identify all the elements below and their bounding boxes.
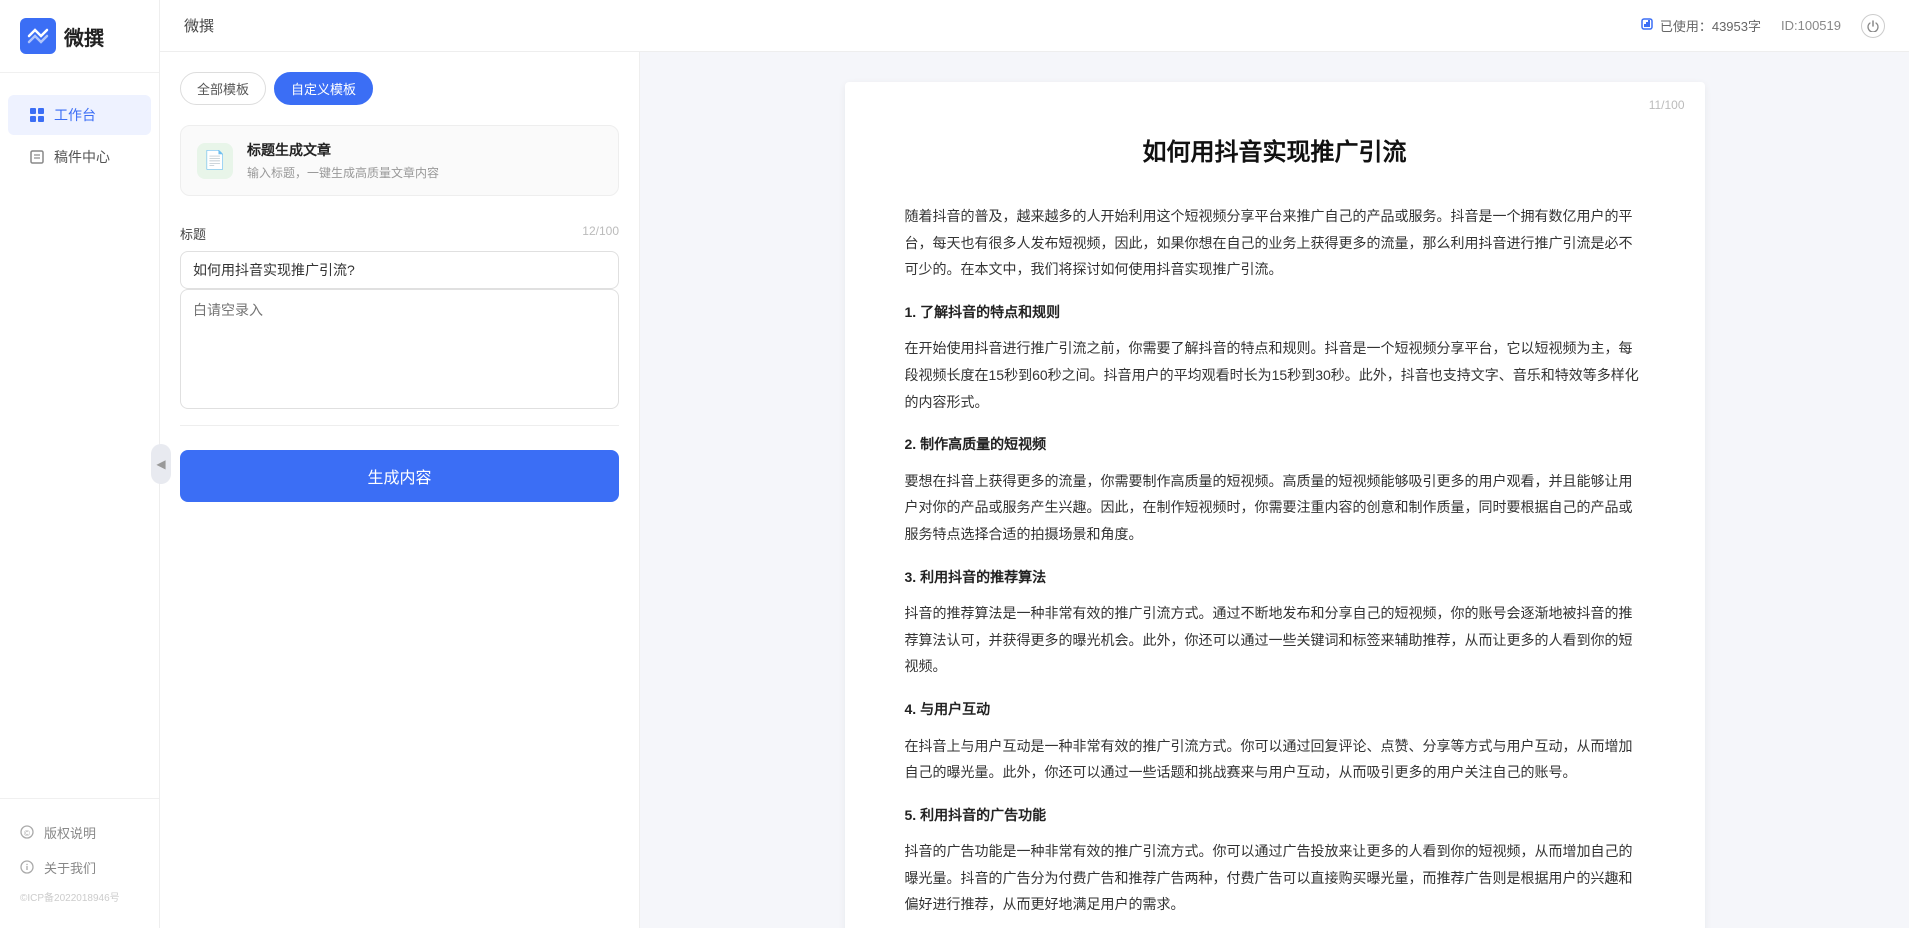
generate-button[interactable]: 生成内容 — [180, 450, 619, 502]
usage-info: 已使用：43953字 — [1640, 16, 1761, 35]
template-tabs: 全部模板 自定义模板 — [180, 72, 619, 105]
page-number: 11/100 — [1649, 98, 1685, 112]
body-paragraph: 在开始使用抖音进行推广引流之前，你需要了解抖音的特点和规则。抖音是一个短视频分享… — [905, 335, 1645, 415]
drafts-label: 稿件中心 — [54, 147, 110, 167]
copyright-label: 版权说明 — [44, 823, 96, 842]
logo-text: 微撰 — [64, 22, 104, 51]
power-button[interactable] — [1861, 14, 1885, 38]
logo-icon — [20, 18, 56, 54]
sidebar-item-drafts[interactable]: 稿件中心 — [8, 137, 151, 177]
sidebar: 微撰 工作台 稿件中心 — [0, 0, 160, 928]
document-title: 如何用抖音实现推广引流 — [905, 132, 1645, 167]
about-label: 关于我们 — [44, 858, 96, 877]
tab-all-templates[interactable]: 全部模板 — [180, 72, 266, 105]
right-panel: 11/100 如何用抖音实现推广引流 随着抖音的普及，越来越多的人开始利用这个短… — [640, 52, 1909, 928]
usage-label: 已使用：43953字 — [1660, 16, 1761, 35]
body-paragraph: 在抖音上与用户互动是一种非常有效的推广引流方式。你可以通过回复评论、点赞、分享等… — [905, 733, 1645, 786]
section-heading: 4. 与用户互动 — [905, 696, 1645, 723]
tab-custom-templates[interactable]: 自定义模板 — [274, 72, 373, 105]
content-area: 全部模板 自定义模板 📄 标题生成文章 输入标题，一键生成高质量文章内容 标题 … — [160, 52, 1909, 928]
sidebar-collapse-button[interactable]: ◀ — [151, 444, 171, 484]
template-card-icon: 📄 — [197, 143, 233, 179]
left-panel: 全部模板 自定义模板 📄 标题生成文章 输入标题，一键生成高质量文章内容 标题 … — [160, 52, 640, 928]
title-input[interactable] — [180, 251, 619, 289]
section-heading: 3. 利用抖音的推荐算法 — [905, 564, 1645, 591]
topbar-right: 已使用：43953字 ID:100519 — [1640, 14, 1885, 38]
title-label-text: 标题 — [180, 224, 206, 243]
copyright-icon: © — [20, 825, 36, 841]
template-card-desc: 输入标题，一键生成高质量文章内容 — [247, 164, 439, 181]
usage-icon — [1640, 17, 1654, 34]
main-area: 微撰 已使用：43953字 ID:100519 — [160, 0, 1909, 928]
document-content: 11/100 如何用抖音实现推广引流 随着抖音的普及，越来越多的人开始利用这个短… — [845, 82, 1705, 928]
title-char-count: 12/100 — [582, 224, 619, 243]
icp-text: ©ICP备2022018946号 — [0, 885, 159, 912]
id-label: ID:100519 — [1781, 18, 1841, 33]
template-card-info: 标题生成文章 输入标题，一键生成高质量文章内容 — [247, 140, 439, 181]
section-heading: 1. 了解抖音的特点和规则 — [905, 299, 1645, 326]
topbar: 微撰 已使用：43953字 ID:100519 — [160, 0, 1909, 52]
logo-area: 微撰 — [0, 0, 159, 73]
sidebar-item-workspace[interactable]: 工作台 — [8, 95, 151, 135]
section-heading: 5. 利用抖音的广告功能 — [905, 802, 1645, 829]
keyword-input[interactable] — [180, 289, 619, 409]
section-heading: 2. 制作高质量的短视频 — [905, 431, 1645, 458]
body-paragraph: 要想在抖音上获得更多的流量，你需要制作高质量的短视频。高质量的短视频能够吸引更多… — [905, 468, 1645, 548]
copyright-item[interactable]: © 版权说明 — [0, 815, 159, 850]
body-paragraph: 抖音的广告功能是一种非常有效的推广引流方式。你可以通过广告投放来让更多的人看到你… — [905, 838, 1645, 918]
title-field-label: 标题 12/100 — [180, 224, 619, 243]
template-card[interactable]: 📄 标题生成文章 输入标题，一键生成高质量文章内容 — [180, 125, 619, 196]
about-item[interactable]: 关于我们 — [0, 850, 159, 885]
topbar-title: 微撰 — [184, 15, 214, 36]
about-icon — [20, 860, 36, 876]
divider — [180, 425, 619, 426]
body-paragraph: 抖音的推荐算法是一种非常有效的推广引流方式。通过不断地发布和分享自己的短视频，你… — [905, 600, 1645, 680]
svg-text:©: © — [24, 829, 30, 838]
drafts-icon — [28, 148, 46, 166]
document-body: 随着抖音的普及，越来越多的人开始利用这个短视频分享平台来推广自己的产品或服务。抖… — [905, 203, 1645, 918]
workspace-label: 工作台 — [54, 105, 96, 125]
sidebar-nav: 工作台 稿件中心 — [0, 73, 159, 798]
body-paragraph: 随着抖音的普及，越来越多的人开始利用这个短视频分享平台来推广自己的产品或服务。抖… — [905, 203, 1645, 283]
template-card-title: 标题生成文章 — [247, 140, 439, 160]
sidebar-bottom: © 版权说明 关于我们 ©ICP备2022018946号 — [0, 798, 159, 928]
workspace-icon — [28, 106, 46, 124]
